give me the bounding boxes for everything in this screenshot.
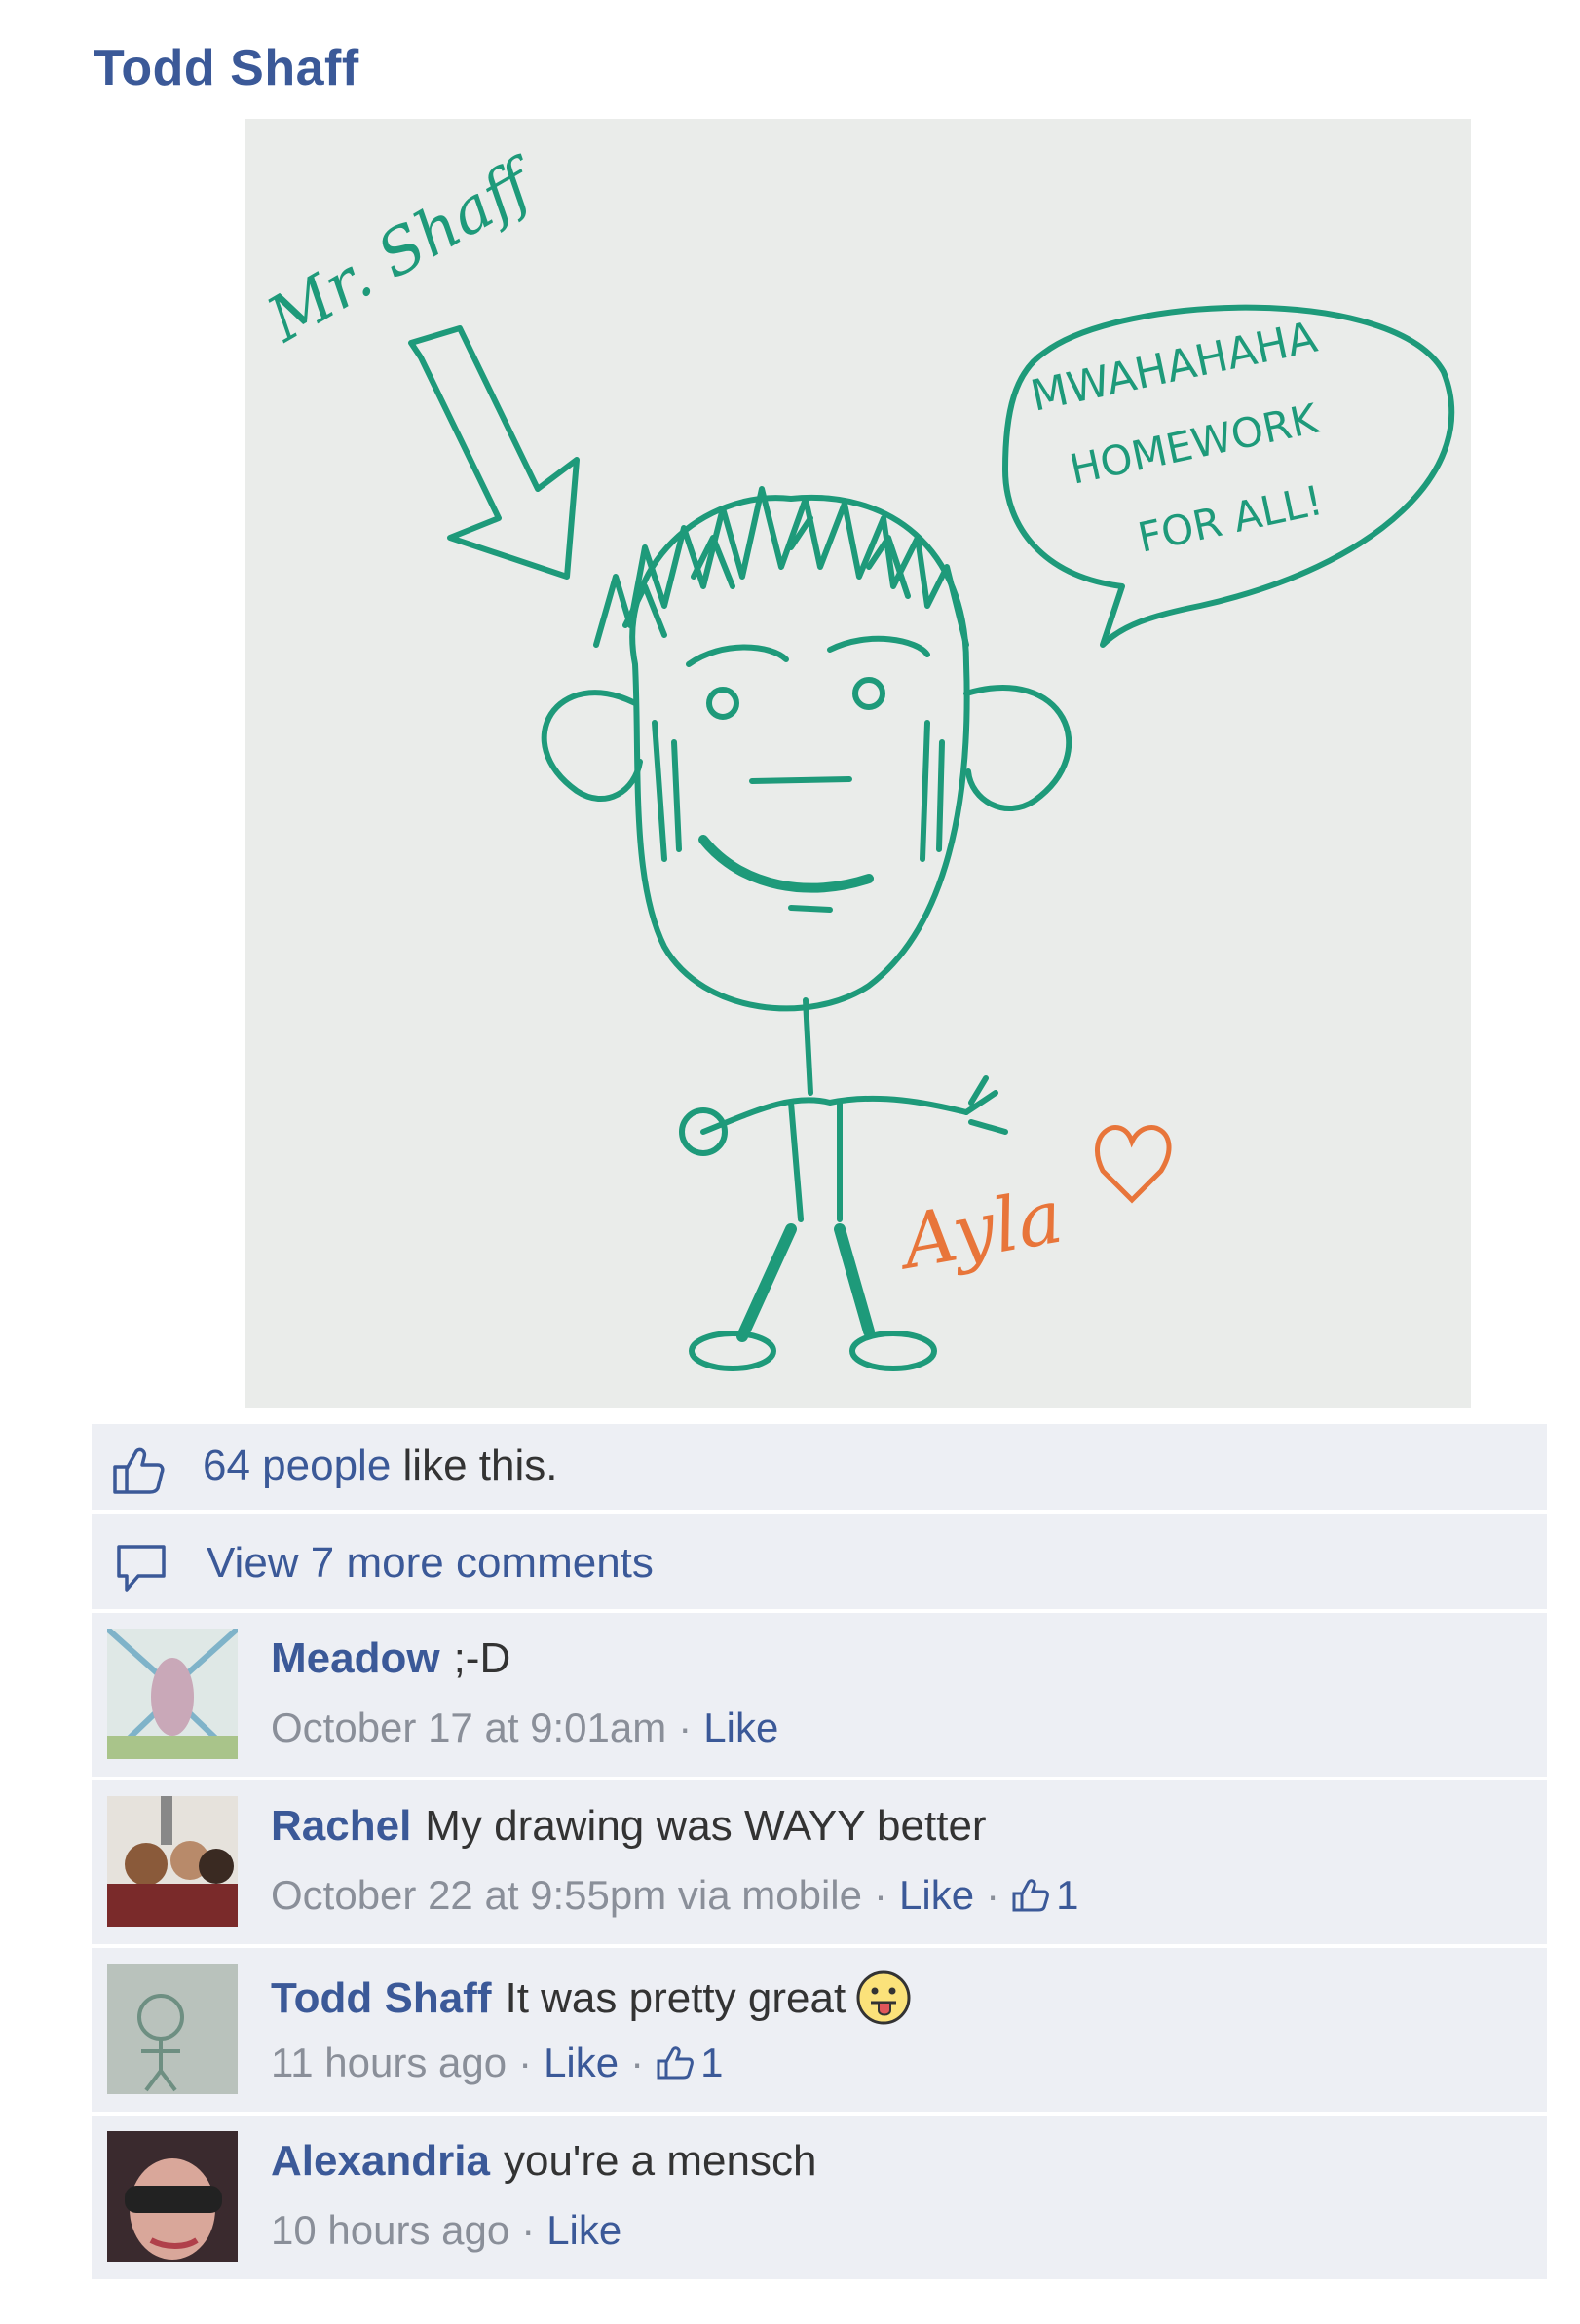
feedback-section: 64 people like this. View 7 more comment… [92,1424,1547,2283]
comment-like-link[interactable]: Like [899,1872,974,1918]
likes-text: 64 people like this. [203,1442,557,1490]
commenter-name[interactable]: Meadow [271,1634,440,1682]
comment-item: Meadow ;-D October 17 at 9:01am · Like [92,1613,1547,1780]
comment-like-count[interactable]: 1 [700,2040,723,2085]
commenter-name[interactable]: Alexandria [271,2137,490,2185]
likes-count-link[interactable]: 64 people [203,1442,391,1489]
likes-summary-row: 64 people like this. [92,1424,1547,1514]
comment-text: you're a mensch [503,2137,817,2185]
comment-item: Todd Shaff It was pretty great 11 hours a… [92,1948,1547,2116]
comment-timestamp[interactable]: October 22 at 9:55pm via mobile [271,1872,862,1918]
comment-timestamp[interactable]: October 17 at 9:01am [271,1705,666,1750]
comment-text: My drawing was WAYY better [425,1802,987,1850]
comment-like-link[interactable]: Like [544,2040,619,2085]
thumbs-up-icon [113,1447,165,1494]
view-more-comments-link[interactable]: View 7 more comments [207,1539,654,1588]
comment-like-link[interactable]: Like [546,2207,621,2253]
comment-timestamp[interactable]: 11 hours ago [271,2040,507,2085]
view-more-comments-row[interactable]: View 7 more comments [92,1514,1547,1613]
commenter-name[interactable]: Rachel [271,1802,411,1850]
avatar[interactable] [107,1964,238,2094]
avatar[interactable] [107,1796,238,1927]
like-count-thumbs-up-icon [657,2046,695,2080]
post-photo[interactable]: Mr. Shaff MWAHAHAHA HOMEWORK FOR ALL! Ay… [245,119,1471,1408]
avatar[interactable] [107,2131,238,2262]
post-author-name[interactable]: Todd Shaff [94,39,359,97]
like-count-thumbs-up-icon [1012,1879,1049,1912]
tongue-out-emoji-icon [856,1970,911,2025]
comment-timestamp[interactable]: 10 hours ago [271,2207,509,2253]
comment-like-count[interactable]: 1 [1056,1872,1078,1918]
comment-item: Alexandria you're a mensch 10 hours ago · L… [92,2116,1547,2283]
comment-text: ;-D [453,1634,511,1682]
likes-suffix: like this. [402,1442,558,1489]
avatar[interactable] [107,1629,238,1759]
whiteboard-drawing: Mr. Shaff MWAHAHAHA HOMEWORK FOR ALL! Ay… [245,119,1471,1408]
comment-text: It was pretty great [505,1974,846,2022]
comment-bubble-icon [117,1545,166,1592]
comment-item: Rachel My drawing was WAYY better October… [92,1780,1547,1948]
comment-like-link[interactable]: Like [703,1705,778,1750]
commenter-name[interactable]: Todd Shaff [271,1974,491,2022]
